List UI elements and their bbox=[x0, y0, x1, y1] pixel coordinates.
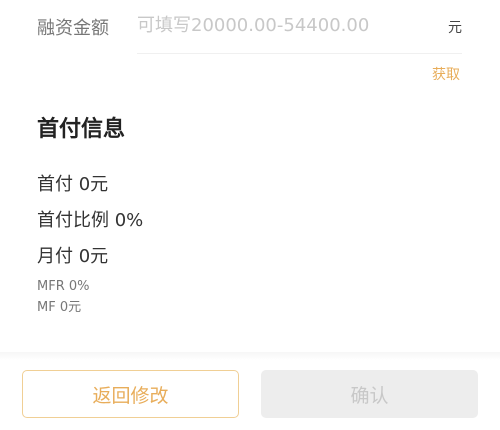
input-underline bbox=[137, 53, 462, 54]
down-payment: 首付 0元 bbox=[37, 174, 109, 195]
mf-value: MF 0元 bbox=[37, 300, 82, 315]
confirm-button[interactable]: 确认 bbox=[261, 370, 478, 418]
section-title: 首付信息 bbox=[37, 117, 126, 142]
monthly-payment: 月付 0元 bbox=[37, 246, 109, 267]
fetch-link[interactable]: 获取 bbox=[432, 64, 460, 84]
financing-amount-input[interactable] bbox=[137, 10, 437, 40]
financing-amount-label: 融资金额 bbox=[37, 18, 109, 39]
unit-label: 元 bbox=[448, 20, 462, 36]
footer-divider bbox=[0, 352, 500, 360]
down-payment-ratio: 首付比例 0% bbox=[37, 210, 144, 231]
back-edit-button[interactable]: 返回修改 bbox=[22, 370, 239, 418]
mfr-value: MFR 0% bbox=[37, 279, 90, 294]
